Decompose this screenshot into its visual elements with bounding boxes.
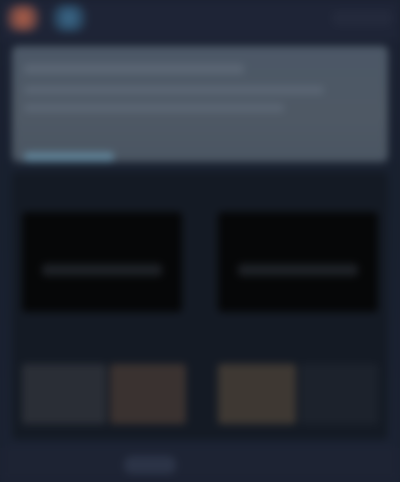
tile-caption-bar xyxy=(238,264,358,276)
banner-line xyxy=(24,64,244,74)
app-icon-a[interactable] xyxy=(6,4,40,32)
top-bar xyxy=(0,0,400,40)
video-tile-left[interactable] xyxy=(22,212,182,312)
thumbnail[interactable] xyxy=(300,364,378,424)
video-tile-right[interactable] xyxy=(218,212,378,312)
app-window xyxy=(0,0,400,482)
thumbnail[interactable] xyxy=(110,364,186,424)
thumbnail[interactable] xyxy=(218,364,296,424)
hero-banner[interactable] xyxy=(12,46,388,162)
banner-accent-button[interactable] xyxy=(24,152,114,162)
banner-line xyxy=(24,86,324,94)
thumbnail[interactable] xyxy=(22,364,106,424)
content-grid xyxy=(12,172,388,440)
app-icon-b[interactable] xyxy=(52,4,86,32)
tile-caption-bar xyxy=(42,264,162,276)
bottom-bar xyxy=(0,448,400,482)
topbar-right-control[interactable] xyxy=(332,10,392,26)
bottom-active-tab[interactable] xyxy=(124,456,176,474)
banner-line xyxy=(24,104,284,112)
